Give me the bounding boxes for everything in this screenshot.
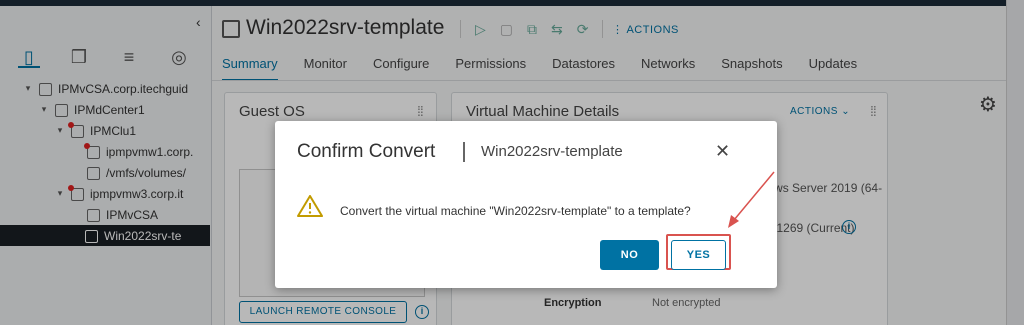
warning-icon [297, 195, 323, 217]
close-icon[interactable]: ✕ [715, 141, 730, 162]
annotation-arrow-icon [728, 171, 775, 228]
dialog-message: Convert the virtual machine "Win2022srv-… [340, 204, 691, 218]
dialog-title-divider [463, 142, 465, 162]
dialog-title: Confirm Convert [297, 141, 436, 162]
no-button[interactable]: NO [600, 240, 659, 270]
dialog-subtitle: Win2022srv-template [481, 143, 623, 160]
confirm-convert-dialog: Confirm Convert Win2022srv-template ✕ Co… [275, 121, 777, 288]
yes-button[interactable]: YES [671, 240, 726, 270]
